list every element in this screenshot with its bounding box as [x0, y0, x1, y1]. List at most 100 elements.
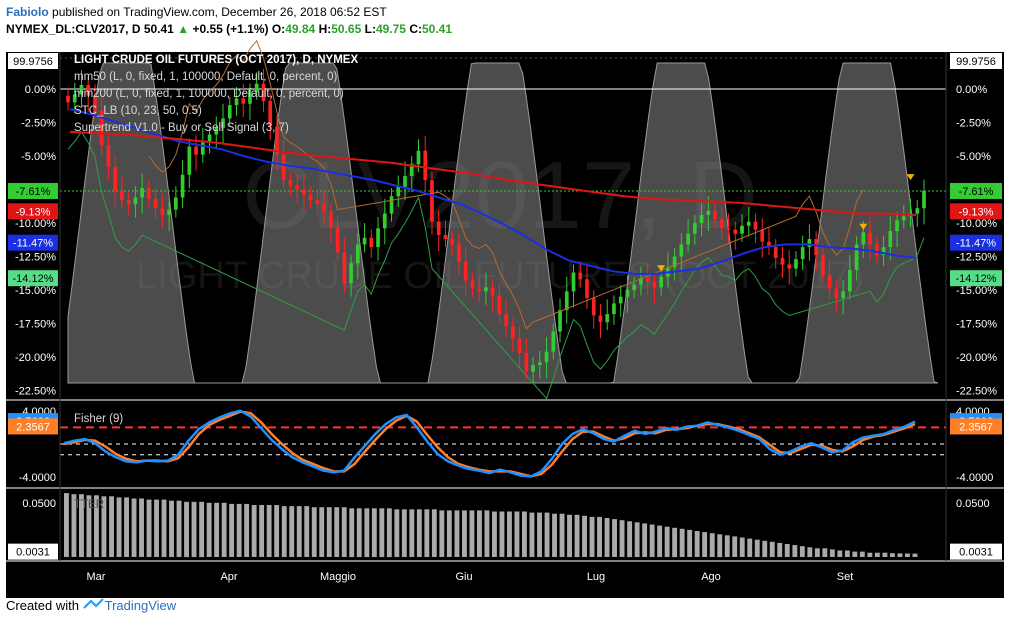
tter-bar[interactable]: [912, 553, 918, 557]
tter-bar[interactable]: [184, 501, 189, 558]
candle-body[interactable]: [659, 276, 663, 288]
candle-body[interactable]: [227, 105, 232, 119]
tter-bar[interactable]: [64, 493, 69, 557]
tter-bar[interactable]: [431, 509, 437, 557]
candle-body[interactable]: [295, 185, 300, 190]
candle-body[interactable]: [376, 228, 380, 248]
legend-supertrend[interactable]: Supertrend V1.0 - Buy or Sell Signal (3,…: [74, 122, 289, 134]
candle-body[interactable]: [753, 221, 758, 230]
candle-body[interactable]: [504, 314, 508, 327]
candle-body[interactable]: [821, 255, 825, 276]
candle-body[interactable]: [773, 247, 778, 258]
tter-bar[interactable]: [379, 508, 385, 558]
candle-body[interactable]: [578, 272, 583, 280]
tter-bar[interactable]: [416, 509, 422, 557]
candle-body[interactable]: [537, 362, 542, 366]
tter-bar[interactable]: [199, 501, 205, 558]
tter-bar[interactable]: [424, 509, 430, 557]
candle-body[interactable]: [612, 303, 616, 315]
tter-bar[interactable]: [214, 502, 220, 557]
candle-body[interactable]: [416, 150, 421, 165]
tter-bar[interactable]: [807, 547, 813, 558]
tter-bar[interactable]: [769, 541, 775, 557]
candle-body[interactable]: [160, 208, 165, 215]
tter-bar[interactable]: [777, 542, 783, 557]
candle-body[interactable]: [436, 221, 441, 236]
tter-bar[interactable]: [754, 539, 760, 557]
tter-bar[interactable]: [612, 519, 617, 557]
candle-body[interactable]: [618, 296, 623, 304]
candle-body[interactable]: [187, 146, 192, 175]
tter-bar[interactable]: [244, 503, 250, 557]
candle-body[interactable]: [355, 244, 360, 264]
tter-pane[interactable]: 0.0500 0.0500 0.0031 0.0031: [6, 487, 1004, 560]
tter-bar[interactable]: [266, 505, 272, 557]
tter-bar[interactable]: [552, 513, 557, 557]
tter-bar[interactable]: [657, 525, 663, 557]
tter-bar[interactable]: [462, 510, 467, 557]
candle-body[interactable]: [174, 197, 178, 210]
candle-body[interactable]: [167, 209, 171, 215]
tter-bar[interactable]: [469, 510, 475, 557]
candle-body[interactable]: [827, 275, 832, 289]
candle-body[interactable]: [585, 279, 589, 299]
legend-tter[interactable]: TTER: [74, 499, 104, 511]
tter-bar[interactable]: [905, 553, 910, 558]
candle-body[interactable]: [814, 239, 818, 256]
tter-bar[interactable]: [709, 533, 715, 557]
tter-bar[interactable]: [154, 499, 159, 557]
candle-body[interactable]: [699, 214, 704, 223]
candle-body[interactable]: [686, 233, 690, 245]
candle-body[interactable]: [153, 198, 158, 209]
candle-body[interactable]: [645, 277, 650, 282]
tter-bar[interactable]: [131, 498, 137, 558]
tter-bar[interactable]: [882, 552, 888, 557]
candle-body[interactable]: [362, 237, 367, 245]
publisher-name[interactable]: Fabiolo: [6, 5, 49, 19]
candle-body[interactable]: [430, 180, 434, 222]
tter-bar[interactable]: [619, 520, 625, 557]
tter-bar[interactable]: [567, 514, 572, 558]
tter-bar[interactable]: [124, 497, 129, 557]
tter-bar[interactable]: [664, 526, 670, 557]
candle-body[interactable]: [605, 314, 610, 323]
candle-body[interactable]: [288, 180, 293, 186]
candle-body[interactable]: [794, 259, 798, 269]
candle-body[interactable]: [874, 244, 879, 256]
tter-bar[interactable]: [634, 522, 640, 557]
candle-body[interactable]: [302, 189, 306, 195]
candle-body[interactable]: [423, 150, 428, 181]
candle-body[interactable]: [915, 208, 920, 214]
tter-bar[interactable]: [642, 523, 648, 557]
tter-bar[interactable]: [724, 535, 730, 557]
candle-body[interactable]: [329, 210, 333, 228]
candle-body[interactable]: [598, 315, 603, 323]
tter-bar[interactable]: [281, 506, 287, 557]
tter-bar[interactable]: [454, 510, 460, 557]
tter-bar[interactable]: [296, 506, 302, 557]
tter-bar[interactable]: [507, 511, 512, 558]
tter-bar[interactable]: [694, 531, 700, 557]
candle-body[interactable]: [450, 239, 455, 245]
candle-body[interactable]: [133, 197, 138, 205]
tter-bar[interactable]: [221, 502, 227, 557]
candle-body[interactable]: [315, 200, 320, 205]
tter-bar[interactable]: [311, 507, 317, 557]
candle-body[interactable]: [901, 216, 906, 221]
tter-bar[interactable]: [514, 511, 520, 558]
candle-body[interactable]: [342, 252, 347, 284]
candle-body[interactable]: [477, 288, 481, 292]
candle-body[interactable]: [733, 229, 738, 234]
tradingview-brand[interactable]: TradingView: [105, 598, 177, 613]
tter-bar[interactable]: [499, 511, 505, 558]
candle-body[interactable]: [126, 200, 131, 205]
candle-body[interactable]: [807, 239, 812, 248]
candle-body[interactable]: [120, 190, 124, 201]
tter-bar[interactable]: [829, 549, 835, 557]
candle-body[interactable]: [349, 263, 353, 284]
candle-body[interactable]: [632, 284, 637, 290]
candle-body[interactable]: [113, 166, 118, 191]
candle-body[interactable]: [335, 227, 340, 253]
candle-body[interactable]: [457, 244, 461, 262]
tter-bar[interactable]: [559, 513, 565, 557]
